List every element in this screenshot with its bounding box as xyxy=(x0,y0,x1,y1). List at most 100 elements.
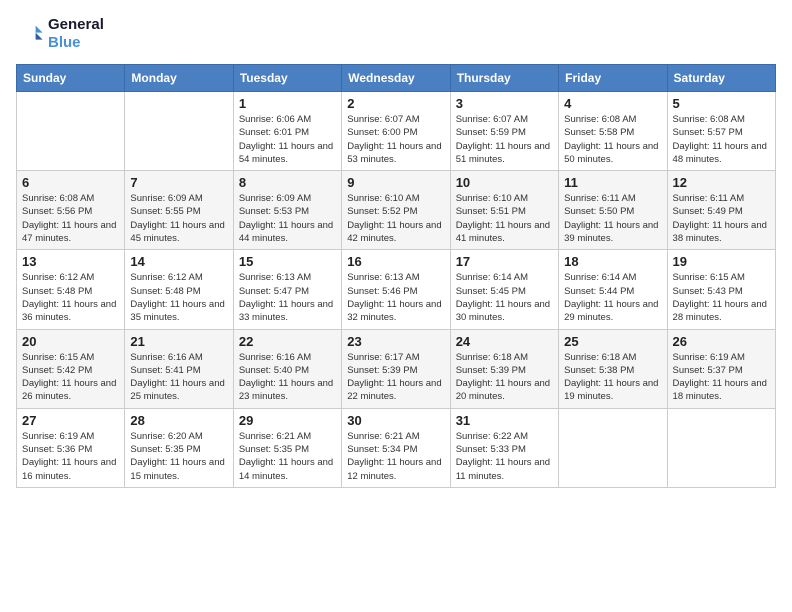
day-number: 2 xyxy=(347,96,444,111)
day-info: Sunrise: 6:18 AM Sunset: 5:39 PM Dayligh… xyxy=(456,351,553,404)
calendar-cell: 24 Sunrise: 6:18 AM Sunset: 5:39 PM Dayli… xyxy=(450,329,558,408)
day-info: Sunrise: 6:12 AM Sunset: 5:48 PM Dayligh… xyxy=(130,271,227,324)
day-number: 16 xyxy=(347,254,444,269)
day-number: 22 xyxy=(239,334,336,349)
day-number: 31 xyxy=(456,413,553,428)
calendar-cell: 23Sunrise: 6:17 AM Sunset: 5:39 PM Dayli… xyxy=(342,329,450,408)
calendar-cell: 31 Sunrise: 6:22 AM Sunset: 5:33 PM Dayli… xyxy=(450,408,558,487)
day-info: Sunrise: 6:07 AM Sunset: 5:59 PM Dayligh… xyxy=(456,113,553,166)
day-info: Sunrise: 6:11 AM Sunset: 5:49 PM Dayligh… xyxy=(673,192,770,245)
day-info: Sunrise: 6:12 AM Sunset: 5:48 PM Dayligh… xyxy=(22,271,119,324)
calendar-cell: 2 Sunrise: 6:07 AM Sunset: 6:00 PM Daylig… xyxy=(342,92,450,171)
day-number: 28 xyxy=(130,413,227,428)
day-number: 14 xyxy=(130,254,227,269)
day-of-week-header: Friday xyxy=(559,65,667,92)
day-info: Sunrise: 6:13 AM Sunset: 5:47 PM Dayligh… xyxy=(239,271,336,324)
day-info: Sunrise: 6:19 AM Sunset: 5:37 PM Dayligh… xyxy=(673,351,770,404)
day-number: 26 xyxy=(673,334,770,349)
day-number: 24 xyxy=(456,334,553,349)
day-number: 13 xyxy=(22,254,119,269)
day-number: 29 xyxy=(239,413,336,428)
day-info: Sunrise: 6:22 AM Sunset: 5:33 PM Dayligh… xyxy=(456,430,553,483)
day-info: Sunrise: 6:14 AM Sunset: 5:44 PM Dayligh… xyxy=(564,271,661,324)
day-info: Sunrise: 6:20 AM Sunset: 5:35 PM Dayligh… xyxy=(130,430,227,483)
day-info: Sunrise: 6:09 AM Sunset: 5:53 PM Dayligh… xyxy=(239,192,336,245)
day-info: Sunrise: 6:18 AM Sunset: 5:38 PM Dayligh… xyxy=(564,351,661,404)
day-number: 11 xyxy=(564,175,661,190)
day-number: 12 xyxy=(673,175,770,190)
calendar-cell: 14 Sunrise: 6:12 AM Sunset: 5:48 PM Dayli… xyxy=(125,250,233,329)
day-info: Sunrise: 6:11 AM Sunset: 5:50 PM Dayligh… xyxy=(564,192,661,245)
day-info: Sunrise: 6:16 AM Sunset: 5:40 PM Dayligh… xyxy=(239,351,336,404)
day-info: Sunrise: 6:15 AM Sunset: 5:43 PM Dayligh… xyxy=(673,271,770,324)
calendar-cell: 8 Sunrise: 6:09 AM Sunset: 5:53 PM Daylig… xyxy=(233,171,341,250)
day-info: Sunrise: 6:19 AM Sunset: 5:36 PM Dayligh… xyxy=(22,430,119,483)
day-number: 9 xyxy=(347,175,444,190)
calendar-cell: 17Sunrise: 6:14 AM Sunset: 5:45 PM Dayli… xyxy=(450,250,558,329)
calendar-cell: 29Sunrise: 6:21 AM Sunset: 5:35 PM Dayli… xyxy=(233,408,341,487)
calendar-cell: 11 Sunrise: 6:11 AM Sunset: 5:50 PM Dayli… xyxy=(559,171,667,250)
calendar-week-row: 1 Sunrise: 6:06 AM Sunset: 6:01 PM Daylig… xyxy=(17,92,776,171)
calendar-cell xyxy=(667,408,775,487)
day-number: 4 xyxy=(564,96,661,111)
calendar-cell: 26 Sunrise: 6:19 AM Sunset: 5:37 PM Dayli… xyxy=(667,329,775,408)
calendar-cell: 6Sunrise: 6:08 AM Sunset: 5:56 PM Daylig… xyxy=(17,171,125,250)
calendar-cell: 20Sunrise: 6:15 AM Sunset: 5:42 PM Dayli… xyxy=(17,329,125,408)
calendar-cell: 12 Sunrise: 6:11 AM Sunset: 5:49 PM Dayli… xyxy=(667,171,775,250)
day-of-week-header: Wednesday xyxy=(342,65,450,92)
day-of-week-header: Tuesday xyxy=(233,65,341,92)
calendar-cell xyxy=(125,92,233,171)
day-number: 30 xyxy=(347,413,444,428)
calendar-cell xyxy=(17,92,125,171)
calendar-week-row: 20Sunrise: 6:15 AM Sunset: 5:42 PM Dayli… xyxy=(17,329,776,408)
day-info: Sunrise: 6:15 AM Sunset: 5:42 PM Dayligh… xyxy=(22,351,119,404)
calendar-week-row: 27 Sunrise: 6:19 AM Sunset: 5:36 PM Dayli… xyxy=(17,408,776,487)
calendar-cell: 3 Sunrise: 6:07 AM Sunset: 5:59 PM Daylig… xyxy=(450,92,558,171)
day-number: 19 xyxy=(673,254,770,269)
calendar-table: SundayMondayTuesdayWednesdayThursdayFrid… xyxy=(16,64,776,488)
day-info: Sunrise: 6:06 AM Sunset: 6:01 PM Dayligh… xyxy=(239,113,336,166)
day-info: Sunrise: 6:07 AM Sunset: 6:00 PM Dayligh… xyxy=(347,113,444,166)
calendar-cell: 27 Sunrise: 6:19 AM Sunset: 5:36 PM Dayli… xyxy=(17,408,125,487)
calendar-week-row: 13 Sunrise: 6:12 AM Sunset: 5:48 PM Dayli… xyxy=(17,250,776,329)
day-info: Sunrise: 6:08 AM Sunset: 5:57 PM Dayligh… xyxy=(673,113,770,166)
day-number: 7 xyxy=(130,175,227,190)
day-number: 3 xyxy=(456,96,553,111)
calendar-cell: 15 Sunrise: 6:13 AM Sunset: 5:47 PM Dayli… xyxy=(233,250,341,329)
calendar-cell: 28 Sunrise: 6:20 AM Sunset: 5:35 PM Dayli… xyxy=(125,408,233,487)
day-number: 27 xyxy=(22,413,119,428)
calendar-week-row: 6Sunrise: 6:08 AM Sunset: 5:56 PM Daylig… xyxy=(17,171,776,250)
day-info: Sunrise: 6:16 AM Sunset: 5:41 PM Dayligh… xyxy=(130,351,227,404)
calendar-cell: 13 Sunrise: 6:12 AM Sunset: 5:48 PM Dayli… xyxy=(17,250,125,329)
day-info: Sunrise: 6:17 AM Sunset: 5:39 PM Dayligh… xyxy=(347,351,444,404)
calendar-cell: 4 Sunrise: 6:08 AM Sunset: 5:58 PM Daylig… xyxy=(559,92,667,171)
calendar-cell: 18 Sunrise: 6:14 AM Sunset: 5:44 PM Dayli… xyxy=(559,250,667,329)
calendar-cell: 22 Sunrise: 6:16 AM Sunset: 5:40 PM Dayli… xyxy=(233,329,341,408)
day-of-week-header: Sunday xyxy=(17,65,125,92)
day-number: 6 xyxy=(22,175,119,190)
calendar-cell: 19 Sunrise: 6:15 AM Sunset: 5:43 PM Dayli… xyxy=(667,250,775,329)
day-info: Sunrise: 6:10 AM Sunset: 5:51 PM Dayligh… xyxy=(456,192,553,245)
calendar-cell xyxy=(559,408,667,487)
calendar-cell: 7 Sunrise: 6:09 AM Sunset: 5:55 PM Daylig… xyxy=(125,171,233,250)
calendar-cell: 9 Sunrise: 6:10 AM Sunset: 5:52 PM Daylig… xyxy=(342,171,450,250)
calendar-cell: 1 Sunrise: 6:06 AM Sunset: 6:01 PM Daylig… xyxy=(233,92,341,171)
calendar-cell: 16Sunrise: 6:13 AM Sunset: 5:46 PM Dayli… xyxy=(342,250,450,329)
day-info: Sunrise: 6:09 AM Sunset: 5:55 PM Dayligh… xyxy=(130,192,227,245)
logo-icon xyxy=(16,20,44,48)
day-number: 18 xyxy=(564,254,661,269)
day-number: 8 xyxy=(239,175,336,190)
page-header: General Blue xyxy=(16,16,776,52)
day-of-week-header: Saturday xyxy=(667,65,775,92)
day-info: Sunrise: 6:10 AM Sunset: 5:52 PM Dayligh… xyxy=(347,192,444,245)
calendar-cell: 25Sunrise: 6:18 AM Sunset: 5:38 PM Dayli… xyxy=(559,329,667,408)
day-number: 10 xyxy=(456,175,553,190)
logo-text: General Blue xyxy=(48,16,104,52)
day-number: 15 xyxy=(239,254,336,269)
calendar-cell: 21Sunrise: 6:16 AM Sunset: 5:41 PM Dayli… xyxy=(125,329,233,408)
day-info: Sunrise: 6:21 AM Sunset: 5:34 PM Dayligh… xyxy=(347,430,444,483)
calendar-cell: 5Sunrise: 6:08 AM Sunset: 5:57 PM Daylig… xyxy=(667,92,775,171)
day-info: Sunrise: 6:08 AM Sunset: 5:58 PM Dayligh… xyxy=(564,113,661,166)
day-number: 17 xyxy=(456,254,553,269)
day-number: 1 xyxy=(239,96,336,111)
